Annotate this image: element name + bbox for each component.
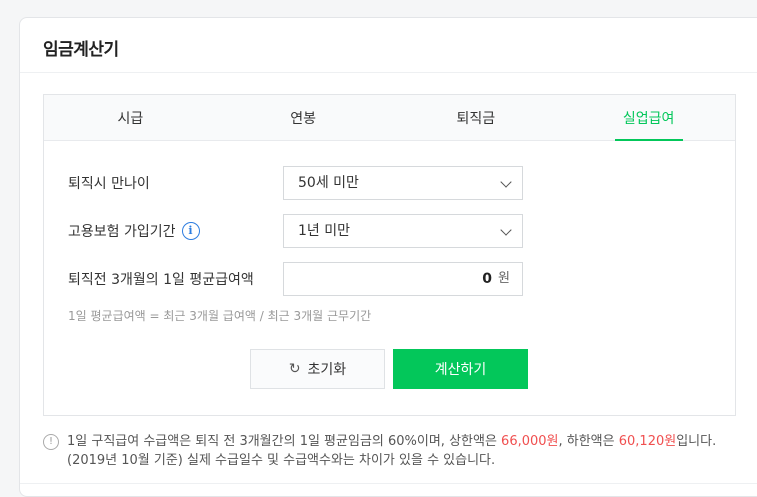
notice-text: 1일 구직급여 수급액은 퇴직 전 3개월간의 1일 평균임금의 60%이며, …: [67, 432, 727, 470]
tab-bar: 시급 연봉 퇴직금 실업급여: [44, 95, 735, 141]
average-wage-unit: 원: [498, 271, 510, 286]
insurance-period-select[interactable]: 1년 미만: [283, 214, 523, 248]
tab-unemployment-benefit[interactable]: 실업급여: [562, 95, 735, 140]
tab-hourly-wage[interactable]: 시급: [44, 95, 217, 140]
refresh-icon: ↻: [288, 361, 301, 377]
warning-icon: !: [43, 434, 59, 450]
wage-calculator-card: 임금계산기 시급 연봉 퇴직금 실업급여 퇴직시 만나이 50세 미만 고용보험…: [19, 17, 757, 497]
notice-text-part2: , 하한액은: [558, 434, 619, 449]
reset-button-label: 초기화: [307, 362, 347, 378]
upper-limit-amount: 66,000원: [501, 434, 559, 449]
chevron-down-icon: [500, 176, 512, 188]
age-select-value: 50세 미만: [298, 175, 359, 191]
average-wage-input[interactable]: 0 원: [283, 262, 523, 296]
age-select[interactable]: 50세 미만: [283, 166, 523, 200]
age-label: 퇴직시 만나이: [68, 176, 150, 192]
average-wage-value: 0: [482, 271, 492, 287]
calculate-button[interactable]: 계산하기: [393, 349, 528, 389]
tab-annual-salary[interactable]: 연봉: [217, 95, 390, 140]
reset-button[interactable]: ↻ 초기화: [250, 349, 385, 389]
insurance-period-row: 고용보험 가입기간 i 1년 미만: [68, 214, 523, 250]
insurance-period-label: 고용보험 가입기간: [68, 224, 176, 240]
tab-severance-pay[interactable]: 퇴직금: [390, 95, 563, 140]
calculator-panel: 시급 연봉 퇴직금 실업급여 퇴직시 만나이 50세 미만 고용보험 가입기간 i…: [43, 94, 736, 416]
age-row: 퇴직시 만나이 50세 미만: [68, 166, 523, 202]
notice-text-part1: 1일 구직급여 수급액은 퇴직 전 3개월간의 1일 평균임금의 60%이며, …: [67, 434, 502, 449]
bottom-divider: [20, 483, 757, 484]
lower-limit-amount: 60,120원: [618, 434, 677, 449]
average-wage-label: 퇴직전 3개월의 1일 평균급여액: [68, 272, 254, 288]
calculate-button-label: 계산하기: [434, 362, 487, 378]
card-title: 임금계산기: [43, 40, 119, 60]
info-icon[interactable]: i: [181, 222, 200, 240]
average-wage-row: 퇴직전 3개월의 1일 평균급여액 0 원: [68, 262, 523, 298]
chevron-down-icon: [500, 224, 512, 236]
insurance-period-select-value: 1년 미만: [298, 223, 350, 239]
average-wage-hint: 1일 평균급여액 = 최근 3개월 급여액 / 최근 3개월 근무기간: [68, 309, 372, 323]
insurance-period-label-wrap: 고용보험 가입기간 i: [68, 214, 200, 250]
title-divider: [20, 72, 757, 73]
